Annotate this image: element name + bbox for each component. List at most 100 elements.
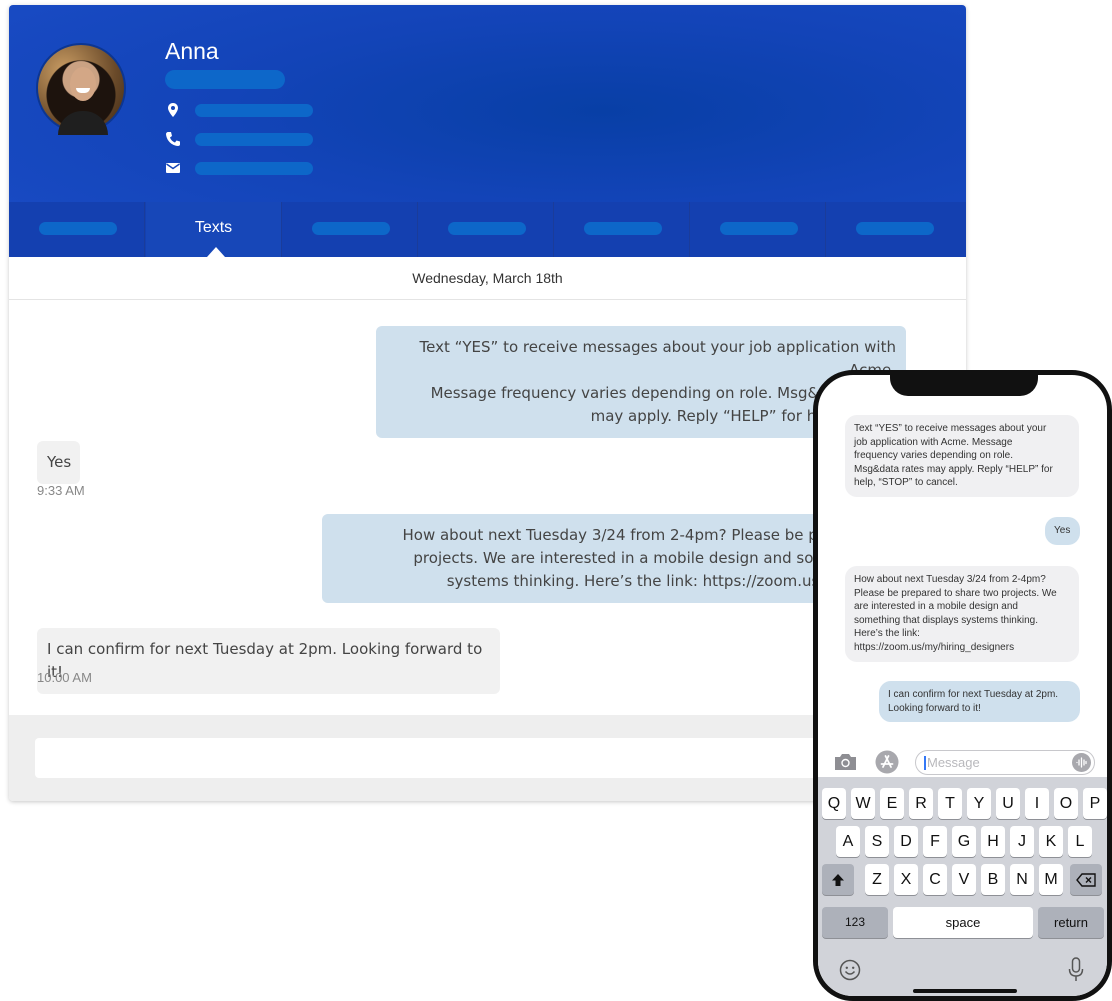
key-t[interactable]: T <box>938 788 962 819</box>
message-line: frequency varies depending on role. <box>854 450 1013 462</box>
phone-message-outgoing-2: I can confirm for next Tuesday at 2pm. L… <box>879 681 1080 723</box>
backspace-key[interactable] <box>1070 864 1102 895</box>
tab-5-label-placeholder <box>584 222 662 235</box>
key-e[interactable]: E <box>880 788 904 819</box>
message-line: Yes <box>47 453 72 471</box>
profile-header: Anna Texts <box>9 5 966 257</box>
key-g[interactable]: G <box>952 826 976 857</box>
text-cursor <box>924 756 926 770</box>
message-line: How about next Tuesday 3/24 from 2-4pm? … <box>402 526 897 544</box>
message-line: systems thinking. Here’s the link: https… <box>446 572 896 590</box>
tab-7-label-placeholder <box>856 222 934 235</box>
tab-3[interactable] <box>282 202 418 257</box>
key-h[interactable]: H <box>981 826 1005 857</box>
contact-name: Anna <box>165 38 219 64</box>
phone-message-outgoing-1: Yes <box>1045 517 1080 545</box>
tab-4-label-placeholder <box>448 222 526 235</box>
message-timestamp: 9:33 AM <box>37 483 85 498</box>
camera-icon[interactable] <box>833 752 858 772</box>
thread-date: Wednesday, March 18th <box>9 257 966 300</box>
key-s[interactable]: S <box>865 826 889 857</box>
tab-7[interactable] <box>826 202 966 257</box>
location-pin-icon <box>168 103 178 117</box>
message-line: something that displays systems thinking… <box>854 614 1038 626</box>
phone-input-toolbar: Message <box>818 747 1107 777</box>
phone-message-input[interactable]: Message <box>915 750 1095 775</box>
message-line: Text “YES” to receive messages about you… <box>854 423 1047 434</box>
key-o[interactable]: O <box>1054 788 1078 819</box>
shift-key[interactable] <box>822 864 854 895</box>
audio-message-icon[interactable] <box>1072 753 1091 772</box>
return-key[interactable]: return <box>1038 907 1104 938</box>
key-z[interactable]: Z <box>865 864 889 895</box>
microphone-icon[interactable] <box>1068 957 1084 983</box>
message-line: Text “YES” to receive messages about you… <box>419 338 897 379</box>
key-n[interactable]: N <box>1010 864 1034 895</box>
avatar-face <box>70 67 96 101</box>
key-b[interactable]: B <box>981 864 1005 895</box>
message-line: I can confirm for next Tuesday at 2pm. L… <box>47 640 483 681</box>
key-q[interactable]: Q <box>822 788 846 819</box>
message-line: help, “STOP” to cancel. <box>854 477 958 489</box>
message-line: projects. We are interested in a mobile … <box>413 549 896 567</box>
emoji-icon[interactable] <box>839 959 861 981</box>
numbers-key[interactable]: 123 <box>822 907 888 938</box>
phone-message-incoming-1: Text “YES” to receive messages about you… <box>845 415 1079 497</box>
avatar-shirt <box>58 111 108 135</box>
key-m[interactable]: M <box>1039 864 1063 895</box>
key-v[interactable]: V <box>952 864 976 895</box>
phone-icon <box>166 132 180 146</box>
home-indicator <box>913 989 1017 993</box>
key-w[interactable]: W <box>851 788 875 819</box>
key-c[interactable]: C <box>923 864 947 895</box>
onscreen-keyboard: QWERTYUIOP ASDFGHJKL ZXCVBNM 123 space r… <box>818 777 1107 996</box>
message-line: Looking forward to it! <box>888 702 981 714</box>
key-y[interactable]: Y <box>967 788 991 819</box>
active-tab-caret <box>207 247 225 257</box>
message-line: Please be prepared to share two projects… <box>854 587 1057 599</box>
email-placeholder <box>195 162 313 175</box>
key-j[interactable]: J <box>1010 826 1034 857</box>
message-line: https://zoom.us/my/hiring_designers <box>854 641 1015 653</box>
contact-subtitle-placeholder <box>165 70 285 89</box>
tab-5[interactable] <box>554 202 690 257</box>
phone-placeholder <box>195 133 313 146</box>
phone-notch <box>890 375 1038 396</box>
avatar <box>36 43 126 135</box>
tab-6[interactable] <box>690 202 826 257</box>
key-k[interactable]: K <box>1039 826 1063 857</box>
key-i[interactable]: I <box>1025 788 1049 819</box>
tab-1[interactable] <box>9 202 145 257</box>
tab-texts-label: Texts <box>194 219 233 236</box>
key-f[interactable]: F <box>923 826 947 857</box>
phone-message-placeholder: Message <box>927 755 980 770</box>
tab-6-label-placeholder <box>720 222 798 235</box>
message-incoming-2: I can confirm for next Tuesday at 2pm. L… <box>37 628 500 694</box>
tab-texts[interactable]: Texts <box>146 202 282 257</box>
key-d[interactable]: D <box>894 826 918 857</box>
phone-mockup: Text “YES” to receive messages about you… <box>813 370 1112 1001</box>
message-line: How about next Tuesday 3/24 from 2-4pm? <box>854 574 1046 585</box>
location-placeholder <box>195 104 313 117</box>
key-u[interactable]: U <box>996 788 1020 819</box>
key-l[interactable]: L <box>1068 826 1092 857</box>
space-key[interactable]: space <box>893 907 1033 938</box>
phone-message-incoming-2: How about next Tuesday 3/24 from 2-4pm? … <box>845 566 1079 662</box>
tab-1-label-placeholder <box>39 222 117 235</box>
key-p[interactable]: P <box>1083 788 1107 819</box>
message-input[interactable] <box>35 738 935 778</box>
message-line: I can confirm for next Tuesday at 2pm. <box>888 689 1059 700</box>
key-x[interactable]: X <box>894 864 918 895</box>
mail-icon <box>166 163 180 173</box>
key-r[interactable]: R <box>909 788 933 819</box>
tab-4[interactable] <box>418 202 554 257</box>
message-line: Msg&data rates may apply. Reply “HELP” f… <box>854 463 1053 475</box>
key-a[interactable]: A <box>836 826 860 857</box>
tab-3-label-placeholder <box>312 222 390 235</box>
message-timestamp: 10:00 AM <box>37 670 92 685</box>
message-line: Here’s the link: <box>854 628 920 640</box>
message-line: are interested in a mobile design and <box>854 601 1018 613</box>
tab-bar: Texts <box>9 202 966 257</box>
message-line: Yes <box>1054 525 1071 536</box>
app-store-icon[interactable] <box>874 750 900 774</box>
